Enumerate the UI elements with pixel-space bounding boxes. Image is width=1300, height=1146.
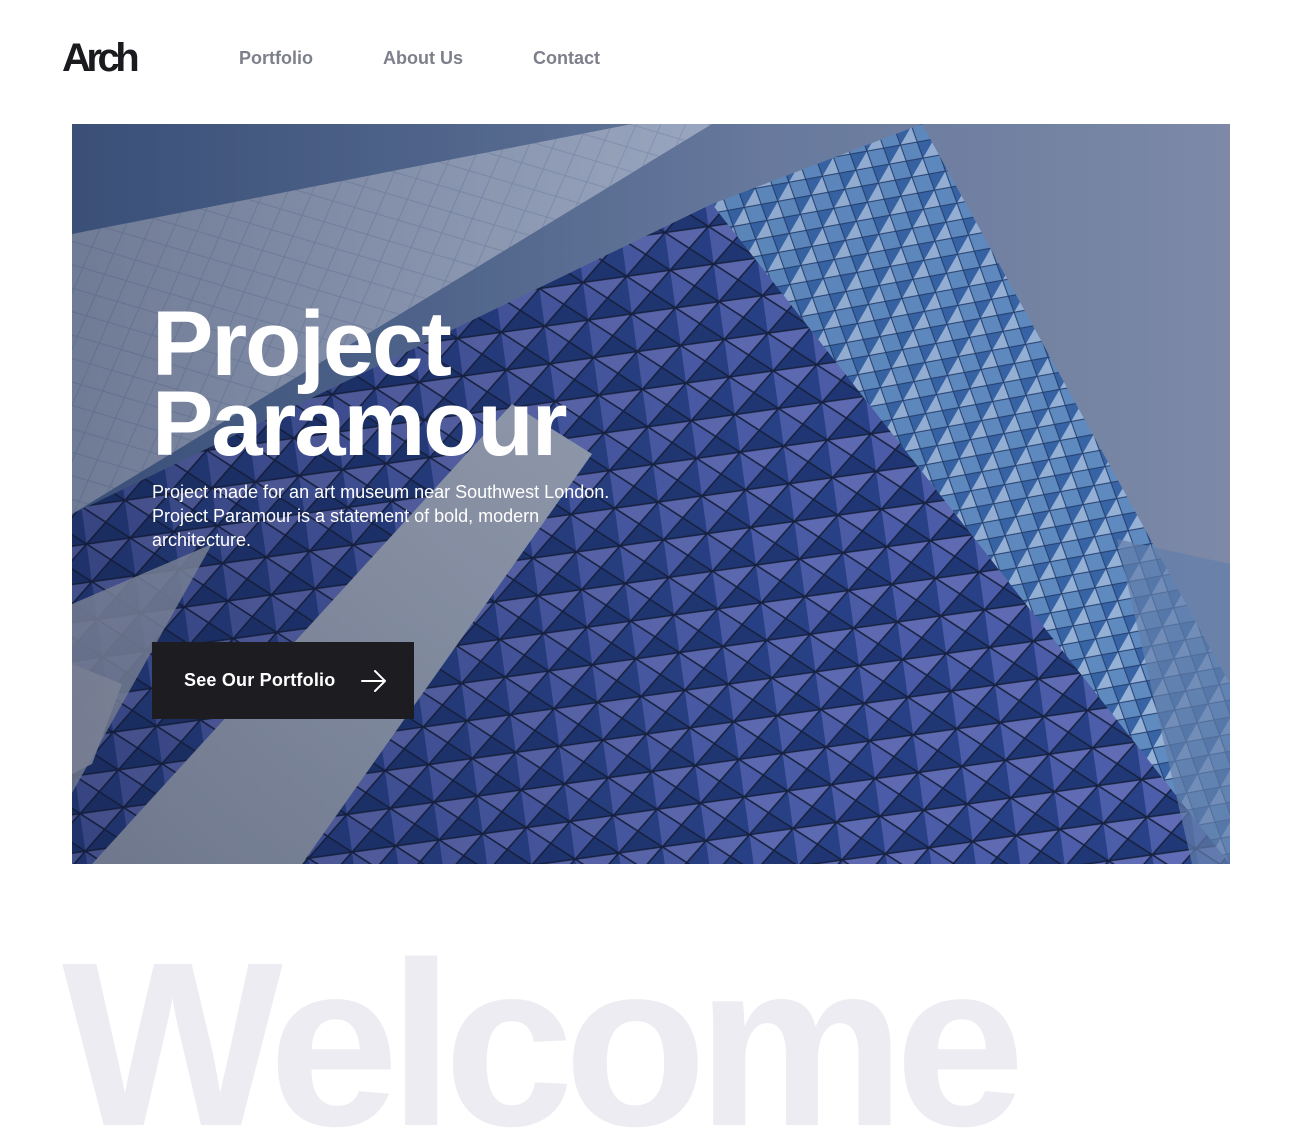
nav-link-portfolio[interactable]: Portfolio: [239, 46, 313, 70]
hero-section: Project Paramour Project made for an art…: [72, 124, 1230, 864]
see-our-portfolio-button[interactable]: See Our Portfolio: [152, 642, 414, 719]
hero-title-line-2: Paramour: [152, 373, 568, 475]
hero-title-line-1: Project: [152, 293, 452, 395]
welcome-heading: Welcome: [62, 913, 1025, 1146]
cta-label: See Our Portfolio: [184, 670, 336, 690]
hero-title: Project Paramour: [152, 293, 712, 475]
nav-link-about-us[interactable]: About Us: [383, 46, 463, 70]
arrow-right-icon: [361, 669, 387, 692]
nav-link-contact[interactable]: Contact: [533, 46, 600, 70]
hero-description: Project made for an art museum near Sout…: [152, 482, 610, 550]
logo[interactable]: Arch: [62, 38, 140, 78]
page: Arch Portfolio About Us Contact Project …: [0, 0, 1300, 1146]
